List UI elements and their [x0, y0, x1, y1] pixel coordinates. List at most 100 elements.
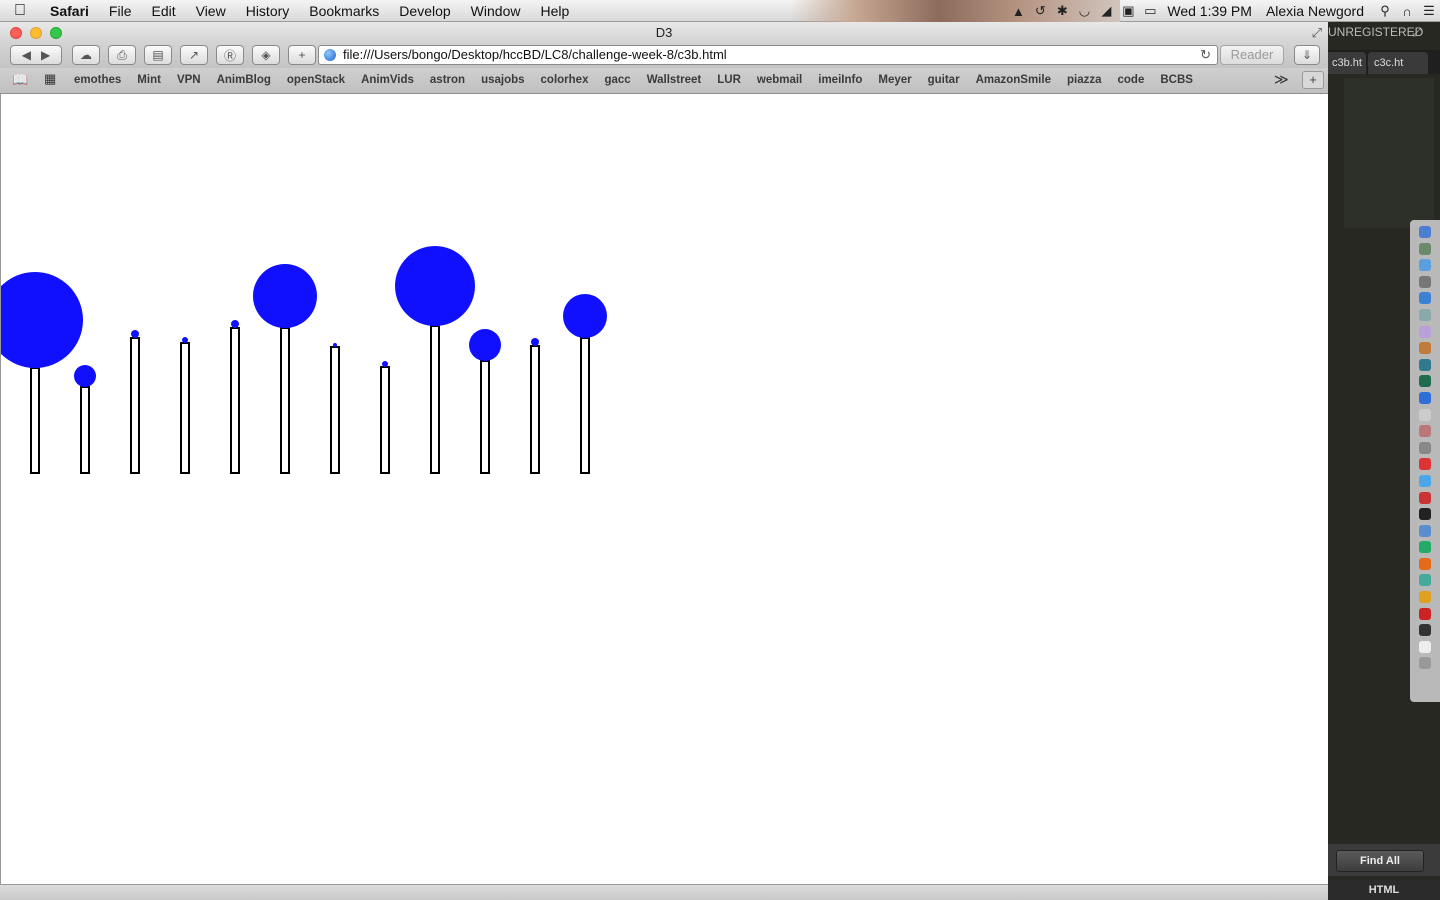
more-bookmarks-icon[interactable]: ≫	[1274, 71, 1289, 88]
menu-app-name[interactable]: Safari	[40, 0, 99, 22]
dock-app-icon[interactable]	[1419, 325, 1431, 338]
bar	[130, 337, 140, 474]
dock-app-icon[interactable]	[1419, 441, 1431, 454]
bookmark-item[interactable]: Wallstreet	[647, 74, 702, 86]
menubar-clock[interactable]: Wed 1:39 PM	[1161, 3, 1260, 19]
dock-app-icon[interactable]	[1419, 474, 1431, 487]
dock-app-icon[interactable]	[1419, 226, 1431, 238]
dock-app-icon[interactable]	[1419, 308, 1431, 321]
time-machine-icon[interactable]: ↺	[1029, 0, 1051, 22]
back-icon[interactable]: ◀	[22, 48, 31, 62]
dock-app-icon[interactable]	[1419, 259, 1431, 272]
editor-minimap[interactable]	[1344, 78, 1434, 228]
bookmark-item[interactable]: colorhex	[541, 74, 589, 86]
bluetooth-icon[interactable]: ✱	[1051, 0, 1073, 22]
bookmark-item[interactable]: Mint	[137, 74, 161, 86]
top-sites-grid-icon[interactable]: ▦	[44, 71, 56, 87]
top-sites-button[interactable]: ▤	[144, 45, 172, 65]
bookmark-item[interactable]: AmazonSmile	[976, 74, 1051, 86]
add-bookmark-button[interactable]: +	[288, 45, 316, 65]
bookmark-item[interactable]: piazza	[1067, 74, 1102, 86]
apple-logo-icon[interactable]: 	[0, 0, 40, 22]
bookmark-item[interactable]: openStack	[287, 74, 345, 86]
dock-app-icon[interactable]	[1419, 391, 1431, 404]
siri-icon[interactable]: ∩	[1396, 0, 1418, 22]
back-forward-buttons[interactable]: ◀ ▶	[10, 45, 62, 65]
dock-app-icon[interactable]	[1419, 657, 1431, 670]
dock-app-icon[interactable]	[1419, 624, 1431, 637]
dock-app-icon[interactable]	[1419, 607, 1431, 620]
dock-app-icon[interactable]	[1419, 242, 1431, 255]
bookmark-item[interactable]: BCBS	[1160, 74, 1193, 86]
wifi-icon[interactable]: ◡	[1073, 0, 1095, 22]
dock-app-icon[interactable]	[1419, 508, 1431, 521]
evernote-icon[interactable]: ▲	[1007, 0, 1029, 22]
editor-tab-c3c[interactable]: c3c.ht	[1368, 52, 1428, 74]
notification-center-icon[interactable]: ☰	[1418, 0, 1440, 22]
bookmark-item[interactable]: Meyer	[878, 74, 911, 86]
new-tab-button[interactable]: +	[1302, 71, 1324, 89]
dock-app-icon[interactable]	[1419, 524, 1431, 537]
dock-app-icon[interactable]	[1419, 557, 1431, 570]
forward-icon[interactable]: ▶	[41, 48, 50, 62]
syntax-label[interactable]: HTML	[1328, 880, 1440, 900]
keyboard-input-icon[interactable]: ▣	[1117, 0, 1139, 22]
dock-app-icon[interactable]	[1419, 541, 1431, 554]
bookmark-item[interactable]: webmail	[757, 74, 802, 86]
dock-app-icon[interactable]	[1419, 342, 1431, 355]
menubar-user[interactable]: Alexia Newgord	[1260, 3, 1374, 19]
print-button[interactable]: ⎙	[108, 45, 136, 65]
find-all-button[interactable]: Find All	[1336, 850, 1424, 872]
menu-window[interactable]: Window	[461, 0, 531, 22]
reload-icon[interactable]: ↻	[1200, 46, 1211, 64]
menu-view[interactable]: View	[186, 0, 236, 22]
icloud-tabs-button[interactable]: ☁	[72, 45, 100, 65]
menu-edit[interactable]: Edit	[141, 0, 185, 22]
spotlight-search-icon[interactable]: ⚲	[1374, 0, 1396, 22]
bookmark-item[interactable]: LUR	[717, 74, 741, 86]
bookmark-item[interactable]: usajobs	[481, 74, 524, 86]
menu-history[interactable]: History	[236, 0, 300, 22]
zotero-button[interactable]: Ⓡ	[216, 45, 244, 65]
bookmark-item[interactable]: code	[1118, 74, 1145, 86]
circle	[131, 330, 139, 338]
dock-app-icon[interactable]	[1419, 591, 1431, 604]
url-field[interactable]: file:///Users/bongo/Desktop/hccBD/LC8/ch…	[318, 45, 1218, 65]
bookmark-item[interactable]: VPN	[177, 74, 201, 86]
bookmark-item[interactable]: AnimVids	[361, 74, 414, 86]
menu-help[interactable]: Help	[530, 0, 579, 22]
reading-list-icon[interactable]: 📖	[12, 72, 28, 88]
safari-window: D3 ⤢ ◀ ▶ ☁ ⎙ ▤ ↗ Ⓡ ◈ + file:///Users/bon…	[0, 22, 1328, 900]
bookmark-item[interactable]: AnimBlog	[217, 74, 271, 86]
bar	[530, 345, 540, 474]
bookmark-item[interactable]: guitar	[928, 74, 960, 86]
dock-app-icon[interactable]	[1419, 408, 1431, 421]
editor-fullscreen-icon[interactable]: ⤢	[1412, 25, 1422, 40]
menu-develop[interactable]: Develop	[389, 0, 460, 22]
url-text[interactable]: file:///Users/bongo/Desktop/hccBD/LC8/ch…	[343, 46, 727, 64]
bookmark-item[interactable]: astron	[430, 74, 465, 86]
dock-app-icon[interactable]	[1419, 358, 1431, 371]
bookmark-item[interactable]: imeiInfo	[818, 74, 862, 86]
bookmark-item[interactable]: gacc	[604, 74, 630, 86]
share-button[interactable]: ↗	[180, 45, 208, 65]
battery-icon[interactable]: ▭	[1139, 0, 1161, 22]
dock-app-icon[interactable]	[1419, 574, 1431, 587]
dock-app-icon[interactable]	[1419, 292, 1431, 305]
dock-app-icon[interactable]	[1419, 458, 1431, 471]
menu-file[interactable]: File	[99, 0, 142, 22]
downloads-icon[interactable]: ⇓	[1294, 45, 1320, 65]
volume-icon[interactable]: ◢	[1095, 0, 1117, 22]
menu-bookmarks[interactable]: Bookmarks	[299, 0, 389, 22]
editor-tab-c3b[interactable]: c3b.ht	[1328, 52, 1366, 74]
reader-button[interactable]: Reader	[1220, 45, 1284, 65]
fullscreen-icon[interactable]: ⤢	[1312, 25, 1322, 41]
dock-app-icon[interactable]	[1419, 491, 1431, 504]
dock-app-icon[interactable]	[1419, 375, 1431, 388]
dock-app-icon[interactable]	[1419, 640, 1431, 653]
dock-app-icon[interactable]	[1419, 425, 1431, 438]
bookmark-item[interactable]: emothes	[74, 74, 121, 86]
evernote-clip-button[interactable]: ◈	[252, 45, 280, 65]
dock-app-icon[interactable]	[1419, 275, 1431, 288]
circle	[1, 272, 83, 368]
